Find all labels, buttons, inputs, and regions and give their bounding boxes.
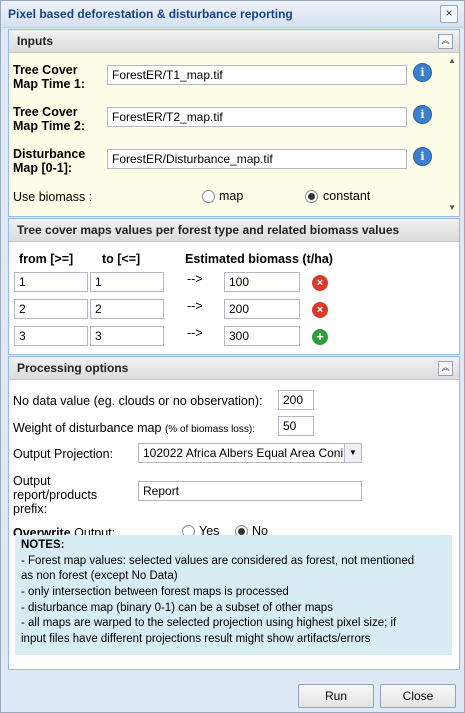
window-title: Pixel based deforestation & disturbance … (8, 7, 293, 21)
projection-select[interactable]: 102022 Africa Albers Equal Area Conic ▼ (138, 443, 362, 463)
remove-row-icon[interactable]: × (312, 302, 328, 318)
arrow-text: --> (187, 272, 203, 286)
biomass-input[interactable]: 300 (224, 326, 300, 346)
prefix-input[interactable]: Report (138, 481, 362, 501)
biomass-input[interactable]: 100 (224, 272, 300, 292)
scroll-up-icon[interactable]: ▲ (448, 56, 456, 65)
tree-cover-t2-input[interactable]: ForestER/T2_map.tif (107, 107, 407, 127)
from-input[interactable]: 1 (14, 272, 88, 292)
projection-select-value: 102022 Africa Albers Equal Area Conic (143, 446, 343, 460)
tree-cover-t2-label: Tree Cover Map Time 2: (13, 105, 86, 133)
arrow-text: --> (187, 299, 203, 313)
dialog-window: Pixel based deforestation & disturbance … (0, 0, 465, 713)
processing-panel: Processing options ︽ No data value (eg. … (8, 356, 460, 670)
arrow-text: --> (187, 326, 203, 340)
to-input[interactable]: 1 (90, 272, 164, 292)
to-input[interactable]: 3 (90, 326, 164, 346)
collapse-icon[interactable]: ︽ (438, 361, 453, 376)
tree-cover-panel: Tree cover maps values per forest type a… (8, 218, 460, 355)
biomass-map-radio[interactable] (202, 190, 215, 203)
run-button[interactable]: Run (298, 684, 374, 708)
weight-input[interactable]: 50 (278, 416, 314, 436)
notes-line: - disturbance map (binary 0-1) can be a … (21, 602, 333, 614)
to-input[interactable]: 2 (90, 299, 164, 319)
title-bar[interactable]: Pixel based deforestation & disturbance … (1, 1, 464, 28)
info-icon[interactable]: i (413, 105, 432, 124)
nodata-label: No data value (eg. clouds or no observat… (13, 394, 263, 408)
processing-panel-title: Processing options (17, 361, 129, 375)
notes-line: - all maps are warped to the selected pr… (21, 617, 397, 629)
tree-cover-t1-label: Tree Cover Map Time 1: (13, 63, 86, 91)
tree-cover-panel-title: Tree cover maps values per forest type a… (17, 223, 400, 237)
biomass-map-label: map (219, 189, 244, 203)
weight-label-text: Weight of disturbance map (13, 421, 162, 435)
use-biomass-label: Use biomass : (13, 190, 93, 204)
notes-line: - only intersection between forest maps … (21, 586, 289, 598)
notes-line: as non forest (except No Data) (21, 570, 178, 582)
chevron-down-icon[interactable]: ▼ (344, 444, 361, 462)
prefix-label: Output report/products prefix: (13, 474, 98, 516)
column-from-header: from [>=] (19, 252, 74, 266)
from-input[interactable]: 3 (14, 326, 88, 346)
notes-box: NOTES: - Forest map values: selected val… (15, 535, 452, 655)
column-to-header: to [<=] (102, 252, 141, 266)
disturbance-map-label: Disturbance Map [0-1]: (13, 147, 86, 175)
scroll-down-icon[interactable]: ▼ (448, 203, 456, 212)
biomass-constant-label: constant (323, 189, 371, 203)
inputs-panel-title: Inputs (17, 34, 53, 48)
from-input[interactable]: 2 (14, 299, 88, 319)
weight-label-sub: (% of biomass loss): (164, 424, 255, 435)
inputs-panel-header[interactable]: Inputs ︽ (9, 30, 459, 53)
close-icon[interactable]: × (440, 5, 458, 23)
add-row-icon[interactable]: + (312, 329, 328, 345)
column-biomass-header: Estimated biomass (t/ha) (185, 252, 333, 266)
notes-line: input files have different projections r… (21, 633, 371, 645)
tree-cover-t1-input[interactable]: ForestER/T1_map.tif (107, 65, 407, 85)
disturbance-map-input[interactable]: ForestER/Disturbance_map.tif (107, 149, 407, 169)
biomass-constant-radio[interactable] (305, 190, 318, 203)
tree-cover-panel-header[interactable]: Tree cover maps values per forest type a… (9, 219, 459, 242)
notes-line: - Forest map values: selected values are… (21, 555, 415, 567)
close-button[interactable]: Close (380, 684, 456, 708)
processing-panel-header[interactable]: Processing options ︽ (9, 357, 459, 380)
projection-label: Output Projection: (13, 447, 114, 461)
collapse-icon[interactable]: ︽ (438, 34, 453, 49)
biomass-input[interactable]: 200 (224, 299, 300, 319)
inputs-panel: Inputs ︽ Tree Cover Map Time 1: ForestER… (8, 29, 460, 217)
info-icon[interactable]: i (413, 147, 432, 166)
remove-row-icon[interactable]: × (312, 275, 328, 291)
notes-heading: NOTES: (21, 539, 65, 551)
info-icon[interactable]: i (413, 63, 432, 82)
weight-label: Weight of disturbance map (% of biomass … (13, 421, 255, 435)
nodata-input[interactable]: 200 (278, 390, 314, 410)
